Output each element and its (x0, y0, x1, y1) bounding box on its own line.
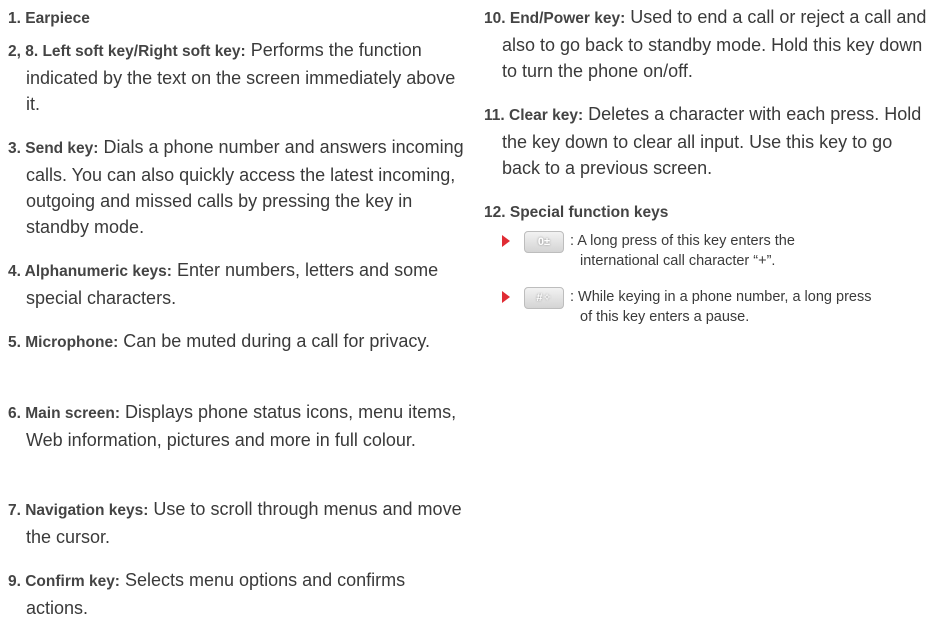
item-special-function-keys: 12. Special function keys (484, 198, 668, 226)
item-clear-key: 11. Clear key: Deletes a character with … (484, 101, 930, 181)
item-alphanumeric-keys: 4. Alphanumeric keys: Enter numbers, let… (8, 257, 470, 311)
item-label: 10. End/Power key: (484, 10, 626, 27)
special-key-description: : A long press of this key enters the in… (570, 231, 795, 271)
description-line: : A long press of this key enters the (570, 233, 795, 249)
item-label: 6. Main screen: (8, 405, 120, 422)
item-soft-keys: 2, 8. Left soft key/Right soft key: Perf… (8, 37, 470, 117)
zero-key-icon: 0± (524, 231, 564, 253)
item-description: Can be muted during a call for privacy. (118, 331, 431, 351)
item-earpiece: 1. Earpiece (8, 4, 91, 32)
hash-key-icon: #✧ (524, 287, 564, 309)
item-confirm-key: 9. Confirm key: Selects menu options and… (8, 567, 470, 621)
item-label: 9. Confirm key: (8, 573, 120, 590)
item-label: 4. Alphanumeric keys: (8, 263, 172, 280)
item-label: 3. Send key: (8, 140, 99, 157)
description-line: international call character “+”. (580, 253, 776, 269)
item-microphone: 5. Microphone: Can be muted during a cal… (8, 328, 430, 356)
item-label: 5. Microphone: (8, 334, 119, 351)
bullet-arrow-icon (502, 291, 510, 303)
bullet-arrow-icon (502, 235, 510, 247)
item-end-power-key: 10. End/Power key: Used to end a call or… (484, 4, 930, 84)
description-line: : While keying in a phone number, a long… (570, 289, 872, 305)
item-label: 1. Earpiece (8, 10, 90, 27)
item-send-key: 3. Send key: Dials a phone number and an… (8, 134, 470, 240)
item-label: 12. Special function keys (484, 204, 669, 221)
item-main-screen: 6. Main screen: Displays phone status ic… (8, 399, 470, 453)
description-line: of this key enters a pause. (580, 309, 750, 325)
special-key-description: : While keying in a phone number, a long… (570, 287, 871, 327)
item-label: 7. Navigation keys: (8, 502, 149, 519)
item-label: 11. Clear key: (484, 107, 584, 124)
item-navigation-keys: 7. Navigation keys: Use to scroll throug… (8, 496, 470, 550)
item-label: 2, 8. Left soft key/Right soft key: (8, 43, 246, 60)
